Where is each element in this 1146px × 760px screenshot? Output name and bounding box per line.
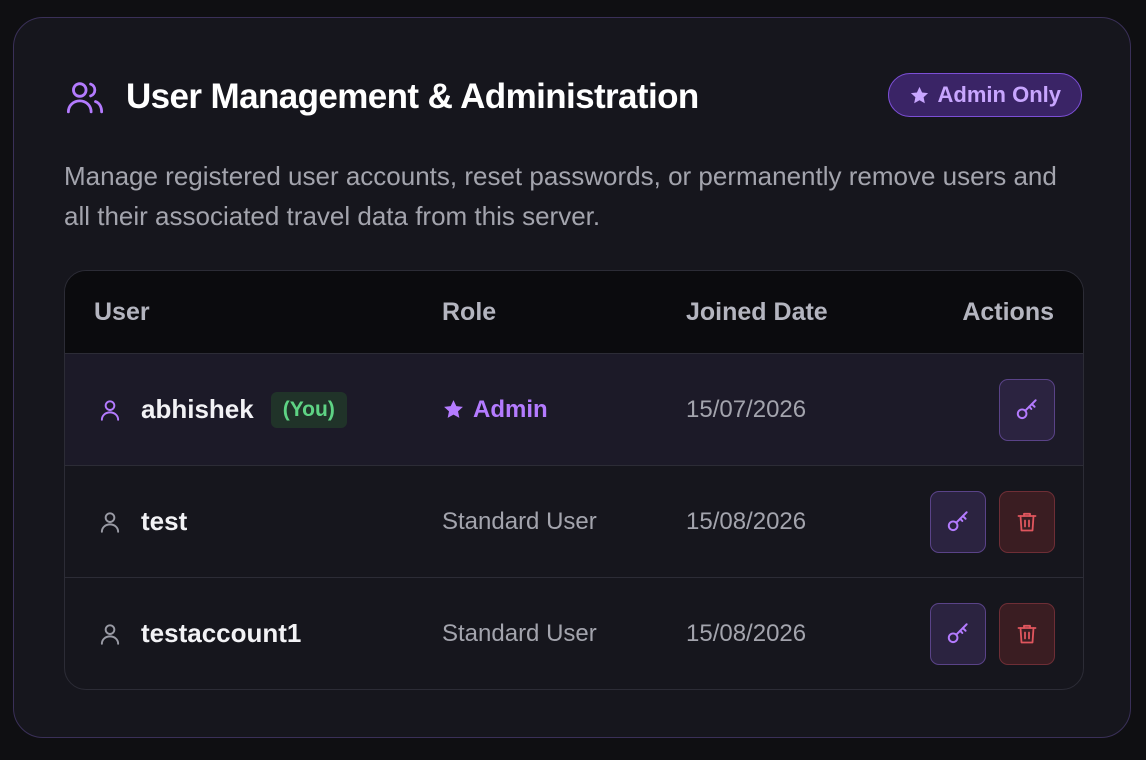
star-icon [442, 398, 465, 421]
role-text: Standard User [442, 507, 597, 535]
delete-user-button[interactable] [999, 602, 1055, 665]
admin-only-badge: Admin Only [887, 73, 1082, 117]
column-header-actions: Actions [962, 298, 1054, 326]
username: test [141, 506, 188, 536]
actions-cell [999, 354, 1055, 465]
reset-password-button[interactable] [930, 602, 986, 665]
reset-password-button[interactable] [930, 490, 986, 553]
actions-cell [930, 578, 1055, 689]
joined-date: 15/08/2026 [686, 619, 807, 647]
role-cell: Standard User [442, 578, 597, 689]
badge-label: Admin Only [937, 82, 1061, 107]
trash-icon [1015, 622, 1039, 646]
joined-date-cell: 15/08/2026 [686, 578, 806, 689]
card-header: User Management & Administration Admin O… [64, 73, 1082, 121]
user-management-card: User Management & Administration Admin O… [13, 17, 1131, 738]
table-row: testaccount1 Standard User 15/08/2026 [65, 578, 1083, 689]
delete-user-button[interactable] [999, 490, 1055, 553]
joined-date-cell: 15/08/2026 [686, 466, 806, 577]
column-header-user: User [94, 298, 150, 326]
key-icon [945, 509, 971, 535]
user-icon [95, 619, 125, 649]
column-header-joined-date: Joined Date [686, 298, 828, 326]
you-tag: (You) [270, 391, 347, 428]
user-cell: abhishek (You) [95, 354, 347, 465]
role-cell: Admin [442, 354, 548, 465]
joined-date: 15/07/2026 [686, 395, 807, 423]
role-cell: Standard User [442, 466, 597, 577]
user-icon [95, 395, 125, 425]
star-icon [909, 85, 930, 106]
trash-icon [1015, 510, 1039, 534]
role-text: Standard User [442, 619, 597, 647]
joined-date-cell: 15/07/2026 [686, 354, 806, 465]
page-title: User Management & Administration [126, 77, 699, 116]
user-icon [95, 507, 125, 537]
table-row: abhishek (You) Admin 15/07/2026 [65, 354, 1083, 466]
table-row: test Standard User 15/08/2026 [65, 466, 1083, 578]
reset-password-button[interactable] [999, 378, 1055, 441]
username: testaccount1 [141, 618, 302, 648]
column-header-role: Role [442, 298, 497, 326]
section-description: Manage registered user accounts, reset p… [64, 161, 1057, 231]
role-admin-label: Admin [442, 396, 548, 424]
username: abhishek [141, 394, 254, 424]
actions-cell [930, 466, 1055, 577]
user-cell: testaccount1 [95, 578, 301, 689]
key-icon [945, 621, 971, 647]
users-icon [64, 76, 106, 118]
users-table: User Role Joined Date Actions abhishek (… [64, 270, 1084, 690]
user-cell: test [95, 466, 187, 577]
joined-date: 15/08/2026 [686, 507, 807, 535]
role-text: Admin [473, 395, 548, 423]
key-icon [1014, 397, 1040, 423]
table-header: User Role Joined Date Actions [65, 271, 1083, 354]
